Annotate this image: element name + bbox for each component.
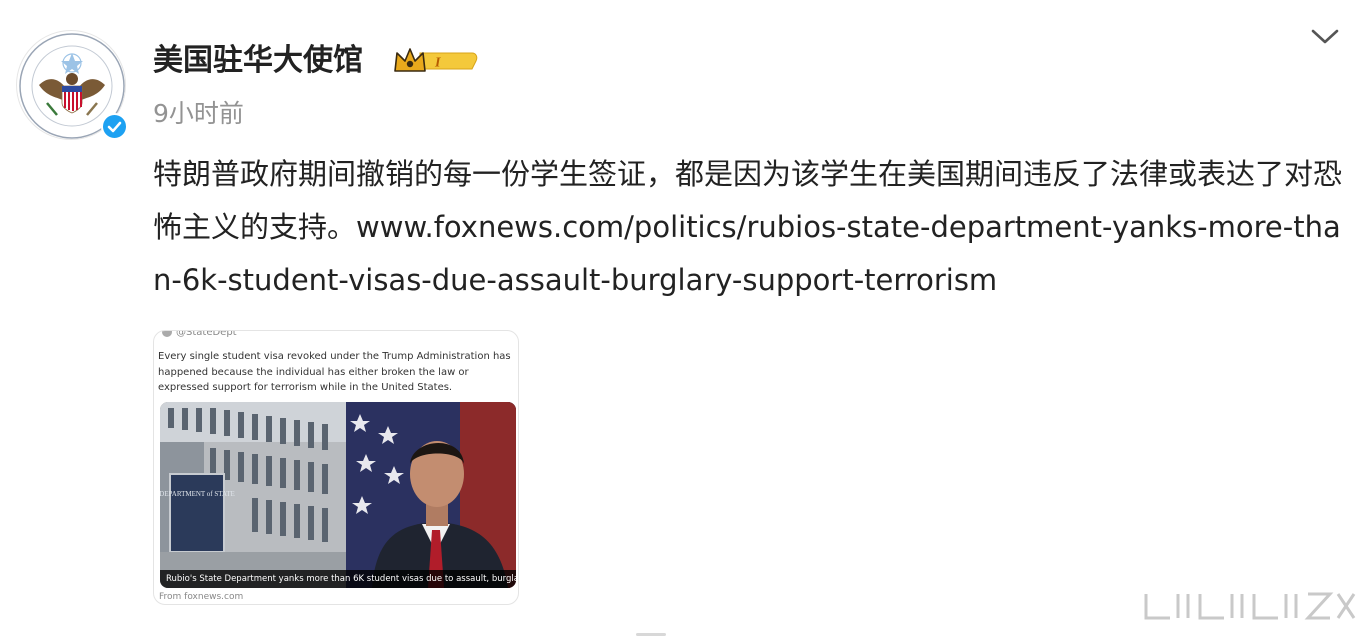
verified-check-icon bbox=[101, 113, 128, 140]
state-dept-sign: DEPARTMENT of STATE bbox=[160, 490, 235, 498]
card-tweet-text: Every single student visa revoked under … bbox=[158, 351, 511, 393]
card-handle: @StateDept bbox=[162, 330, 237, 339]
post-timestamp: 9小时前 bbox=[153, 99, 244, 128]
card-handle-text: @StateDept bbox=[176, 330, 237, 338]
account-avatar-icon bbox=[162, 331, 172, 337]
chevron-down-icon[interactable] bbox=[1308, 24, 1342, 50]
watermark-graphic bbox=[1140, 588, 1362, 624]
news-photo: DEPARTMENT of STATE Rubio's State Depart… bbox=[160, 402, 516, 588]
news-photo-graphic: DEPARTMENT of STATE bbox=[160, 402, 516, 588]
news-caption: Rubio's State Department yanks more than… bbox=[160, 570, 516, 588]
username[interactable]: 美国驻华大使馆 bbox=[153, 42, 363, 80]
crown-icon[interactable]: I bbox=[392, 44, 478, 78]
post-body: 特朗普政府期间撤销的每一份学生签证，都是因为该学生在美国期间违反了法律或表达了对… bbox=[153, 148, 1353, 307]
shared-image-card[interactable]: @StateDept Every single student visa rev… bbox=[153, 330, 519, 605]
card-source: From foxnews.com bbox=[159, 592, 244, 602]
badge-level: I bbox=[434, 56, 441, 71]
